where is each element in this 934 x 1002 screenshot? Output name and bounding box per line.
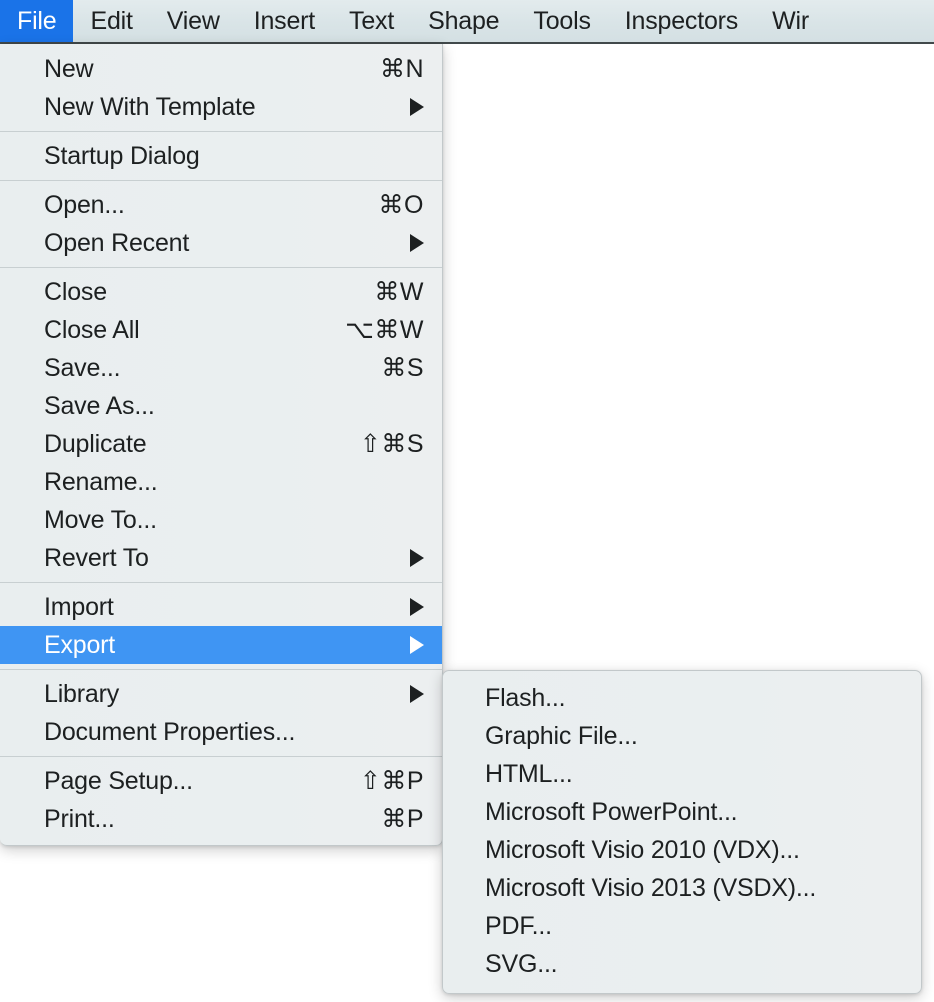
menubar-item-shape[interactable]: Shape — [411, 0, 516, 42]
menu-item-html[interactable]: HTML... — [443, 755, 921, 793]
menu-item-label: Move To... — [44, 506, 424, 535]
menu-item-label: Open Recent — [44, 229, 386, 258]
menu-item-label: Save... — [44, 354, 357, 383]
menu-item-label: SVG... — [485, 950, 899, 979]
menubar-item-edit[interactable]: Edit — [73, 0, 149, 42]
menubar-item-wir[interactable]: Wir — [755, 0, 826, 42]
menu-item-label: Close All — [44, 316, 321, 345]
menu-item-microsoft-visio-2010-vdx[interactable]: Microsoft Visio 2010 (VDX)... — [443, 831, 921, 869]
menu-item-export[interactable]: Export — [0, 626, 442, 664]
menu-item-label: Microsoft Visio 2010 (VDX)... — [485, 836, 899, 865]
menu-item-label: Startup Dialog — [44, 142, 424, 171]
menu-item-shortcut: ⌘S — [381, 353, 424, 383]
menu-item-shortcut: ⇧⌘S — [360, 429, 424, 459]
menu-item-close[interactable]: Close ⌘W — [0, 273, 442, 311]
menu-item-label: Close — [44, 278, 350, 307]
menu-item-shortcut: ⌘P — [381, 804, 424, 834]
menu-item-import[interactable]: Import — [0, 588, 442, 626]
menu-item-shortcut: ⌘O — [379, 190, 424, 220]
menu-item-shortcut: ⌘W — [374, 277, 424, 307]
menu-item-label: New With Template — [44, 93, 386, 122]
menu-bar: FileEditViewInsertTextShapeToolsInspecto… — [0, 0, 934, 44]
menu-item-label: Flash... — [485, 684, 899, 713]
export-submenu-dropdown: Flash... Graphic File... HTML... Microsoft … — [442, 670, 922, 994]
menu-item-page-setup[interactable]: Page Setup... ⇧⌘P — [0, 762, 442, 800]
menu-item-move-to[interactable]: Move To... — [0, 501, 442, 539]
menu-item-save[interactable]: Save... ⌘S — [0, 349, 442, 387]
menu-item-library[interactable]: Library — [0, 675, 442, 713]
menu-item-label: Page Setup... — [44, 767, 336, 796]
menu-separator — [0, 756, 442, 757]
menu-item-label: Rename... — [44, 468, 424, 497]
menu-item-graphic-file[interactable]: Graphic File... — [443, 717, 921, 755]
menu-item-label: New — [44, 55, 356, 84]
menu-item-label: Open... — [44, 191, 355, 220]
menu-item-open-recent[interactable]: Open Recent — [0, 224, 442, 262]
menubar-item-inspectors[interactable]: Inspectors — [608, 0, 755, 42]
menu-separator — [0, 131, 442, 132]
file-menu-dropdown: New ⌘N New With Template Startup Dialog Open… — [0, 44, 443, 846]
menu-separator — [0, 582, 442, 583]
menu-item-label: Duplicate — [44, 430, 336, 459]
menubar-item-file[interactable]: File — [0, 0, 73, 42]
menu-separator — [0, 669, 442, 670]
menu-separator — [0, 267, 442, 268]
menu-item-new[interactable]: New ⌘N — [0, 50, 442, 88]
menu-item-save-as[interactable]: Save As... — [0, 387, 442, 425]
menu-item-pdf[interactable]: PDF... — [443, 907, 921, 945]
submenu-arrow-icon — [410, 98, 424, 116]
menu-item-flash[interactable]: Flash... — [443, 679, 921, 717]
menu-item-rename[interactable]: Rename... — [0, 463, 442, 501]
menubar-item-text[interactable]: Text — [332, 0, 411, 42]
menu-item-open[interactable]: Open... ⌘O — [0, 186, 442, 224]
menu-item-label: Import — [44, 593, 386, 622]
menu-item-new-with-template[interactable]: New With Template — [0, 88, 442, 126]
menu-item-revert-to[interactable]: Revert To — [0, 539, 442, 577]
submenu-arrow-icon — [410, 234, 424, 252]
menu-item-print[interactable]: Print... ⌘P — [0, 800, 442, 838]
menubar-item-insert[interactable]: Insert — [237, 0, 332, 42]
menu-item-microsoft-visio-2013-vsdx[interactable]: Microsoft Visio 2013 (VSDX)... — [443, 869, 921, 907]
menu-item-label: Save As... — [44, 392, 424, 421]
menu-item-label: HTML... — [485, 760, 899, 789]
menu-item-shortcut: ⌘N — [380, 54, 424, 84]
menu-item-svg[interactable]: SVG... — [443, 945, 921, 983]
submenu-arrow-icon — [410, 549, 424, 567]
menu-item-label: Print... — [44, 805, 357, 834]
menu-item-label: Export — [44, 631, 386, 660]
menubar-item-view[interactable]: View — [150, 0, 237, 42]
menu-item-shortcut: ⌥⌘W — [345, 315, 424, 345]
menu-item-startup-dialog[interactable]: Startup Dialog — [0, 137, 442, 175]
menu-item-label: Library — [44, 680, 386, 709]
submenu-arrow-icon — [410, 598, 424, 616]
menu-item-label: Microsoft Visio 2013 (VSDX)... — [485, 874, 899, 903]
submenu-arrow-icon — [410, 636, 424, 654]
menu-item-label: Graphic File... — [485, 722, 899, 751]
menu-item-shortcut: ⇧⌘P — [360, 766, 424, 796]
menu-item-label: Revert To — [44, 544, 386, 573]
submenu-arrow-icon — [410, 685, 424, 703]
menu-item-microsoft-powerpoint[interactable]: Microsoft PowerPoint... — [443, 793, 921, 831]
menu-item-document-properties[interactable]: Document Properties... — [0, 713, 442, 751]
menu-item-label: PDF... — [485, 912, 899, 941]
menu-item-duplicate[interactable]: Duplicate ⇧⌘S — [0, 425, 442, 463]
menubar-item-tools[interactable]: Tools — [516, 0, 607, 42]
menu-item-label: Document Properties... — [44, 718, 424, 747]
menu-item-close-all[interactable]: Close All ⌥⌘W — [0, 311, 442, 349]
menu-item-label: Microsoft PowerPoint... — [485, 798, 899, 827]
menu-separator — [0, 180, 442, 181]
